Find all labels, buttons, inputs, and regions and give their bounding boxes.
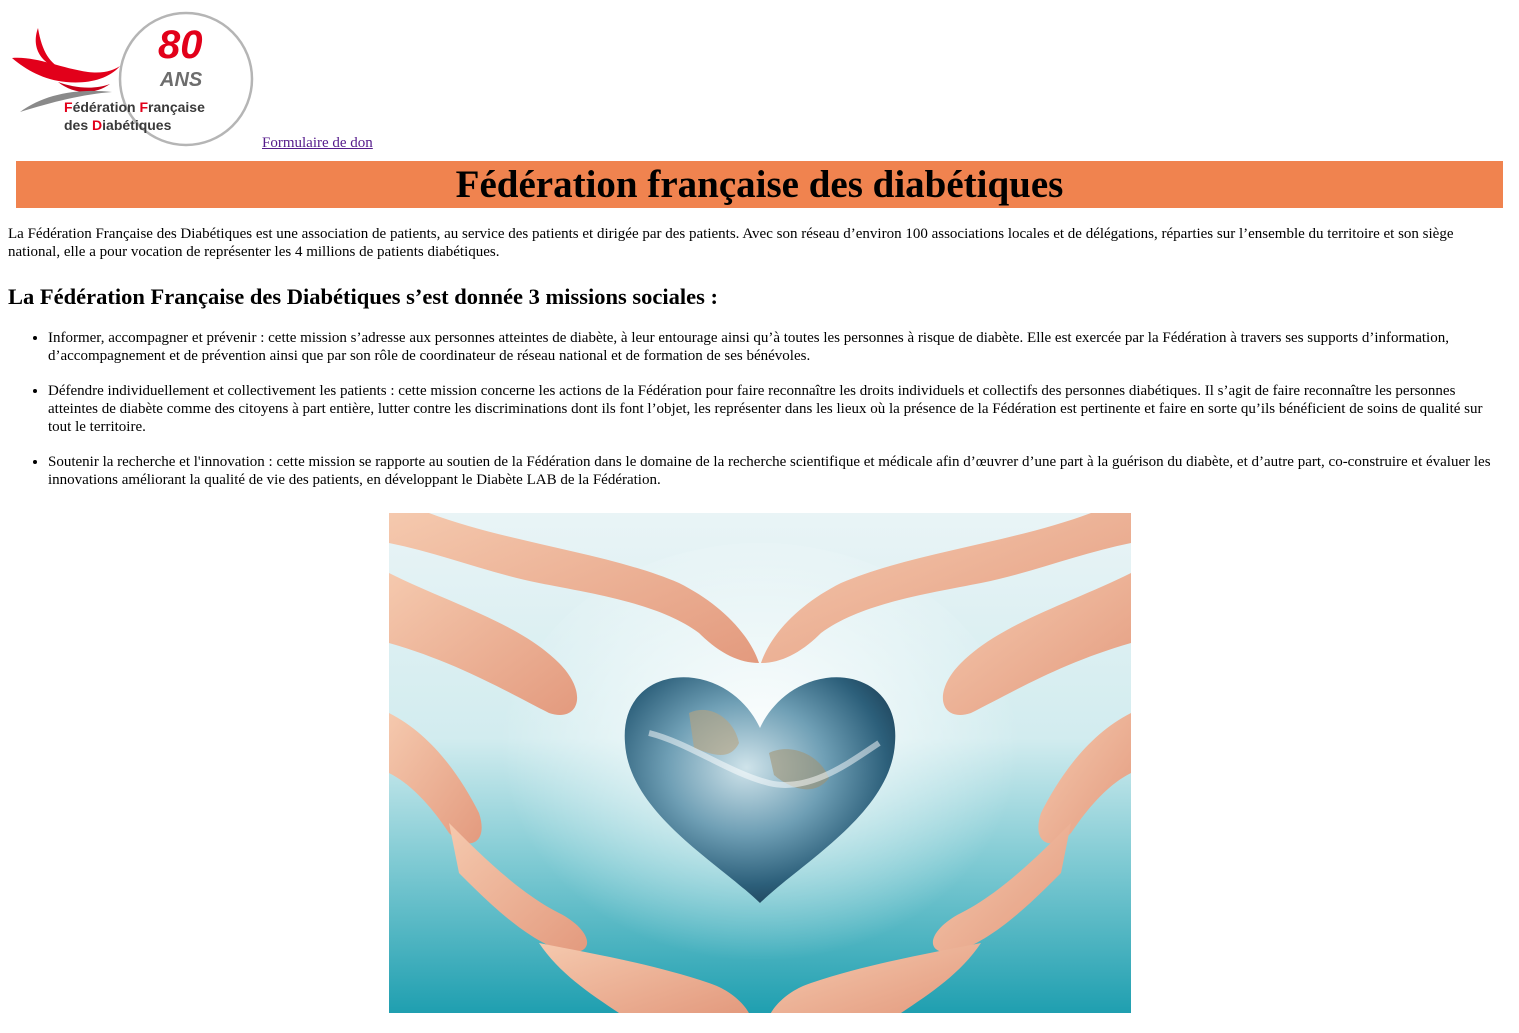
bird-wing-icon (12, 57, 120, 83)
page-title: Fédération française des diabétiques (455, 163, 1064, 206)
mission-item-defend: Défendre individuellement et collectivem… (48, 382, 1504, 436)
logo-anniversary-number: 80 (158, 23, 203, 67)
missions-heading: La Fédération Française des Diabétiques … (8, 284, 718, 309)
federation-logo[interactable]: 80 ANS Fédération Française des Diabétiq… (8, 8, 258, 150)
intro-paragraph: La Fédération Française des Diabétiques … (8, 226, 1454, 260)
logo-org-line1: Fédération Française (64, 99, 205, 115)
bird-wing-icon (58, 82, 110, 92)
logo-org-line2: des Diabétiques (64, 117, 172, 133)
mission-item-inform: Informer, accompagner et prévenir : cett… (48, 329, 1504, 365)
donation-form-link[interactable]: Formulaire de don (262, 135, 373, 152)
hands-heart-earth-image (389, 513, 1131, 1013)
mission-item-research: Soutenir la recherche et l'innovation : … (48, 453, 1504, 489)
title-banner: Fédération française des diabétiques (16, 161, 1503, 208)
logo-anniversary-word: ANS (159, 69, 203, 91)
header: 80 ANS Fédération Française des Diabétiq… (8, 8, 608, 153)
missions-list: Informer, accompagner et prévenir : cett… (8, 329, 1504, 506)
